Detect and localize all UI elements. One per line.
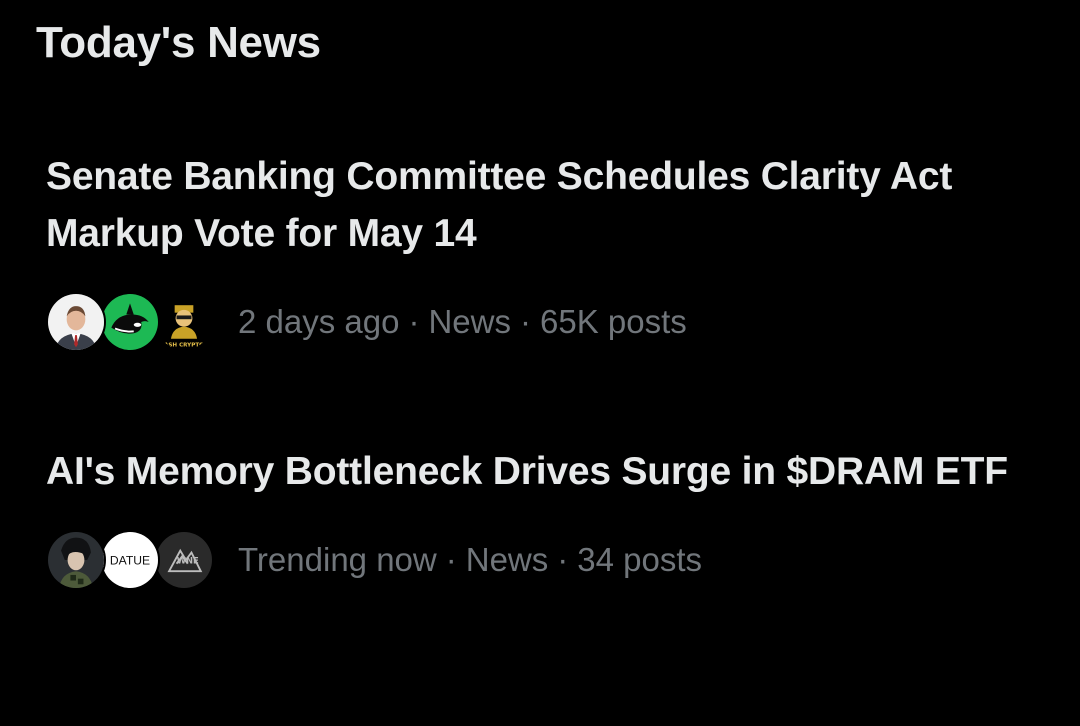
news-item[interactable]: AI's Memory Bottleneck Drives Surge in $…: [46, 443, 1026, 592]
separator-dot: ·: [445, 541, 457, 578]
datue-logo-avatar: DATUE: [100, 530, 160, 590]
ash-crypto-avatar: ASH CRYPTO: [154, 292, 214, 352]
avatar-stack: DATUE WNE: [46, 528, 216, 592]
news-category: News: [465, 541, 549, 578]
news-time: Trending now: [238, 541, 437, 578]
separator-dot: ·: [520, 303, 531, 340]
orca-logo-avatar: [100, 292, 160, 352]
section-title: Today's News: [36, 18, 321, 67]
svg-text:ASH CRYPTO: ASH CRYPTO: [164, 342, 204, 348]
separator-dot: ·: [557, 541, 569, 578]
news-item[interactable]: Senate Banking Committee Schedules Clari…: [46, 148, 1026, 354]
news-category: News: [428, 303, 511, 340]
news-meta: ASH CRYPTO 2 days ago · News · 65K posts: [46, 290, 1026, 354]
person-in-suit-avatar: [46, 292, 106, 352]
news-headline[interactable]: Senate Banking Committee Schedules Clari…: [46, 148, 1026, 262]
svg-text:DATUE: DATUE: [110, 554, 150, 568]
news-meta: DATUE WNE Trending now · News · 34 posts: [46, 528, 1026, 592]
anime-character-avatar: [46, 530, 106, 590]
avatar-stack: ASH CRYPTO: [46, 290, 216, 354]
news-post-count: 34 posts: [577, 541, 703, 578]
todays-news-panel: Today's News Senate Banking Committee Sc…: [0, 0, 1080, 726]
news-meta-text: Trending now · News · 34 posts: [238, 541, 702, 579]
news-time: 2 days ago: [238, 303, 400, 340]
separator-dot: ·: [408, 303, 420, 340]
news-headline[interactable]: AI's Memory Bottleneck Drives Surge in $…: [46, 443, 1026, 500]
mountain-logo-avatar: WNE: [154, 530, 214, 590]
svg-text:WNE: WNE: [177, 556, 199, 566]
news-post-count: 65K posts: [540, 303, 687, 340]
news-meta-text: 2 days ago · News · 65K posts: [238, 303, 687, 341]
